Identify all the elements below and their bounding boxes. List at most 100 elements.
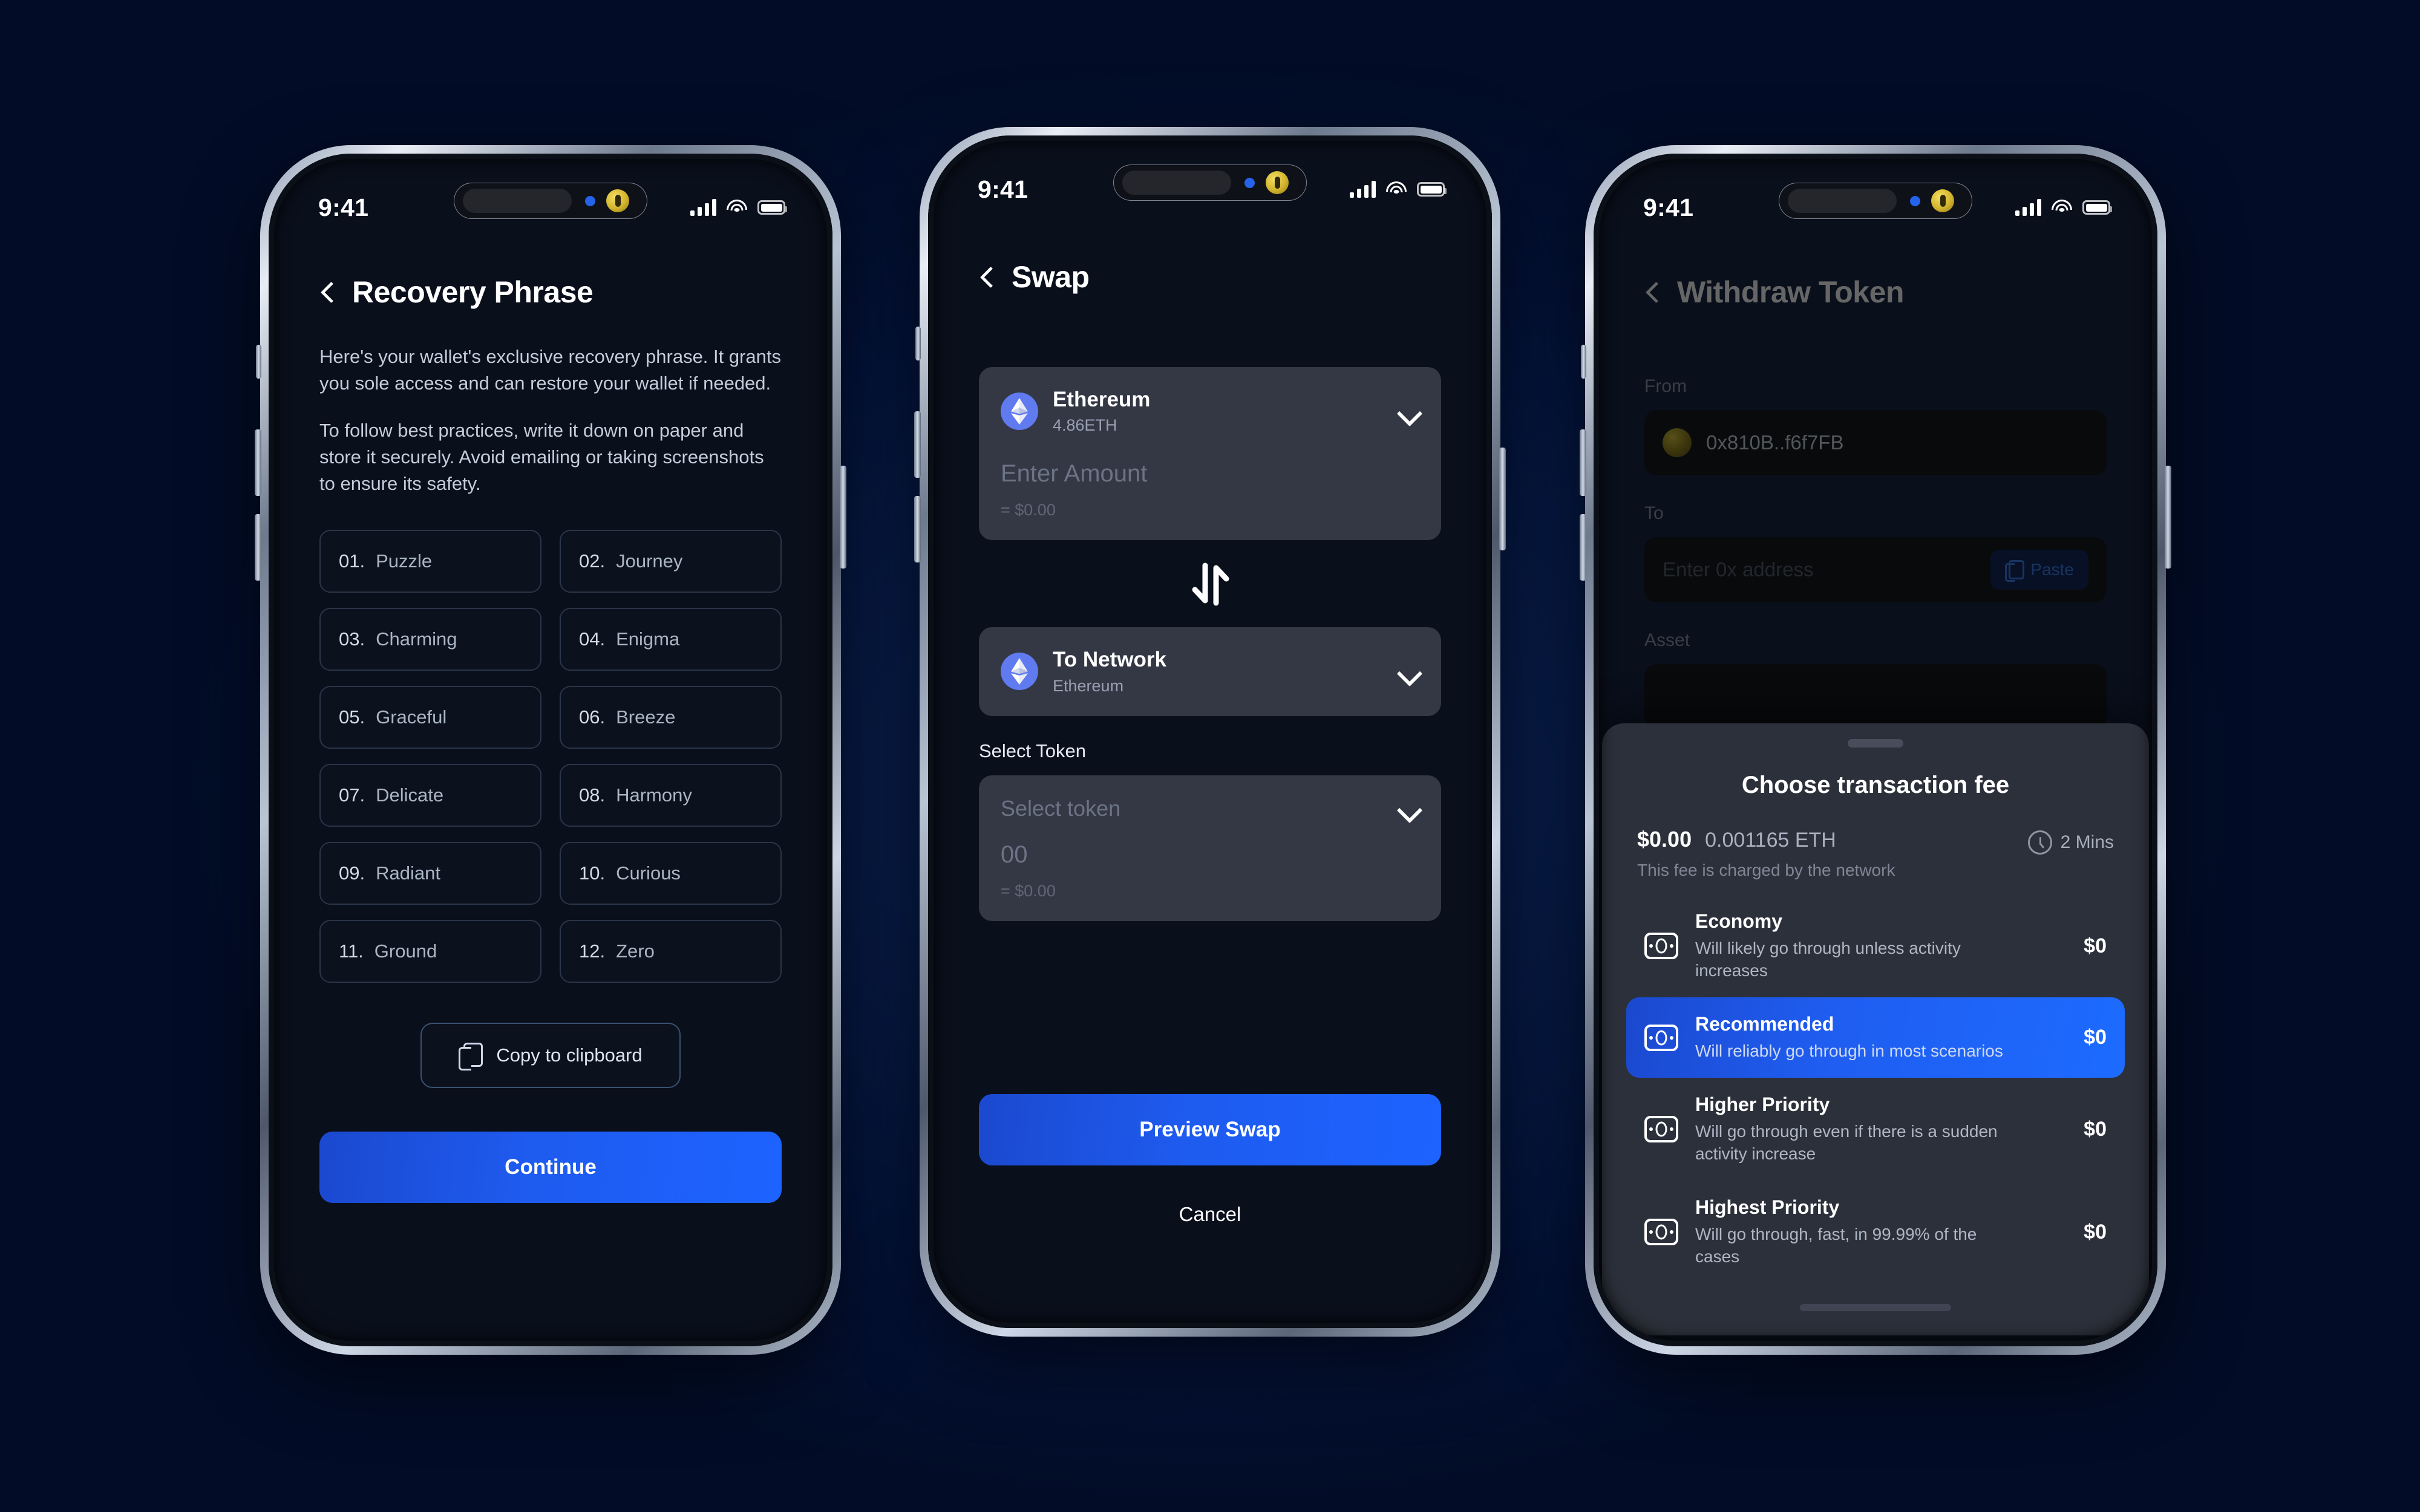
word-chip[interactable]: 04. Enigma: [560, 608, 782, 671]
word-chip[interactable]: 06. Breeze: [560, 686, 782, 749]
from-address-value: 0x810B..f6f7FB: [1706, 431, 1844, 454]
preview-swap-button[interactable]: Preview Swap: [979, 1093, 1441, 1165]
fee-eth-amount: 0.001165 ETH: [1705, 829, 1836, 852]
word-chip[interactable]: 09. Radiant: [319, 842, 541, 905]
chevron-down-icon[interactable]: [1398, 660, 1419, 682]
word-chip[interactable]: 02. Journey: [560, 530, 782, 593]
token-usd-value: = $0.00: [1001, 881, 1056, 900]
to-address-input[interactable]: Enter 0x address: [1663, 558, 1976, 581]
cellular-bars-icon: [1350, 181, 1376, 198]
mute-switch[interactable]: [915, 327, 921, 360]
swap-arrows-icon[interactable]: [1189, 561, 1231, 608]
mute-switch[interactable]: [256, 345, 261, 379]
battery-icon: [757, 200, 787, 215]
word-index: 01.: [339, 550, 365, 572]
home-indicator: [1800, 1304, 1951, 1311]
fee-option-name: Economy: [1695, 910, 1783, 933]
word-index: 10.: [579, 862, 606, 884]
power-button[interactable]: [840, 466, 846, 569]
select-token-label: Select Token: [979, 740, 1086, 761]
word-chip[interactable]: 10. Curious: [560, 842, 782, 905]
word-index: 02.: [579, 550, 606, 572]
chevron-down-icon[interactable]: [1398, 797, 1419, 819]
fee-option-higher-priority[interactable]: Higher Priority Will go through even if …: [1626, 1078, 2125, 1181]
volume-up-button[interactable]: [1580, 429, 1586, 496]
island-blue-dot-icon: [1244, 177, 1255, 188]
word-index: 07.: [339, 784, 365, 806]
cash-icon: [1644, 933, 1678, 960]
fee-option-price: $0: [2084, 934, 2107, 957]
power-button[interactable]: [1499, 448, 1506, 550]
mute-switch[interactable]: [1581, 345, 1586, 379]
ethereum-icon: [1001, 653, 1038, 691]
fee-option-economy[interactable]: Economy Will likely go through unless ac…: [1626, 894, 2125, 997]
dynamic-island: [454, 183, 647, 219]
app-content-swap: Swap Ethereum 4.86ETH Enter Amount = $0.…: [928, 135, 1492, 1328]
wifi-icon: [2052, 200, 2072, 215]
fee-option-name: Higher Priority: [1695, 1093, 1830, 1116]
from-address-field[interactable]: 0x810B..f6f7FB: [1644, 410, 2107, 475]
word-chip[interactable]: 01. Puzzle: [319, 530, 541, 593]
volume-up-button[interactable]: [255, 429, 261, 496]
power-button[interactable]: [2165, 466, 2171, 569]
cash-icon: [1644, 1116, 1678, 1143]
word-chip[interactable]: 03. Charming: [319, 608, 541, 671]
fee-option-recommended[interactable]: Recommended Will reliably go through in …: [1626, 997, 2125, 1078]
select-token-card[interactable]: Select token 00 = $0.00: [979, 775, 1441, 921]
fee-option-highest-priority[interactable]: Highest Priority Will go through, fast, …: [1626, 1181, 2125, 1283]
to-network-title: To Network: [1053, 648, 1166, 672]
from-token-card[interactable]: Ethereum 4.86ETH Enter Amount = $0.00: [979, 367, 1441, 541]
asset-label: Asset: [1644, 630, 1690, 650]
word-text: Enigma: [616, 628, 680, 650]
word-index: 11.: [339, 940, 364, 962]
fee-option-name: Recommended: [1695, 1013, 1834, 1035]
fee-eta: 2 Mins: [2027, 827, 2114, 855]
to-network-card[interactable]: To Network Ethereum: [979, 627, 1441, 716]
battery-icon: [2082, 200, 2112, 215]
word-chip[interactable]: 08. Harmony: [560, 764, 782, 827]
chevron-left-icon[interactable]: [978, 268, 996, 286]
word-index: 04.: [579, 628, 606, 650]
page-title: Swap: [1012, 260, 1090, 294]
status-time: 9:41: [978, 175, 1028, 203]
drag-handle-icon[interactable]: [1848, 739, 1903, 748]
fee-option-price: $0: [2084, 1117, 2107, 1141]
word-index: 03.: [339, 628, 365, 650]
volume-down-button[interactable]: [1580, 514, 1586, 581]
word-index: 08.: [579, 784, 606, 806]
word-text: Radiant: [376, 862, 440, 884]
word-text: Breeze: [616, 706, 676, 728]
cash-icon: [1644, 1024, 1678, 1051]
word-chip[interactable]: 12. Zero: [560, 920, 782, 983]
to-address-field[interactable]: Enter 0x address Paste: [1644, 537, 2107, 602]
token-amount-input[interactable]: 00: [1001, 841, 1419, 868]
chevron-down-icon[interactable]: [1398, 400, 1419, 422]
amount-input[interactable]: Enter Amount: [1001, 460, 1419, 487]
fee-option-name: Highest Priority: [1695, 1196, 1840, 1219]
cancel-button[interactable]: Cancel: [928, 1203, 1492, 1226]
word-chip[interactable]: 07. Delicate: [319, 764, 541, 827]
chevron-left-icon[interactable]: [1643, 283, 1661, 301]
fee-option-desc: Will reliably go through in most scenari…: [1695, 1041, 2003, 1061]
volume-up-button[interactable]: [914, 411, 921, 478]
volume-down-button[interactable]: [255, 514, 261, 581]
word-chip[interactable]: 11. Ground: [319, 920, 541, 983]
word-text: Harmony: [616, 784, 692, 806]
description-paragraph-1: Here's your wallet's exclusive recovery …: [319, 346, 782, 394]
volume-down-button[interactable]: [914, 496, 921, 562]
copy-to-clipboard-button[interactable]: Copy to clipboard: [420, 1023, 681, 1089]
paste-button[interactable]: Paste: [1990, 550, 2088, 590]
chevron-left-icon[interactable]: [318, 283, 336, 301]
fee-eta-text: 2 Mins: [2060, 832, 2114, 853]
island-blue-dot-icon: [585, 195, 595, 206]
continue-button[interactable]: Continue: [319, 1132, 782, 1204]
fee-options-list: Economy Will likely go through unless ac…: [1602, 880, 2149, 1283]
word-chip[interactable]: 05. Graceful: [319, 686, 541, 749]
status-time: 9:41: [318, 193, 369, 221]
cellular-bars-icon: [690, 199, 716, 216]
word-index: 06.: [579, 706, 606, 728]
asset-field[interactable]: [1644, 664, 2107, 729]
page-title: Withdraw Token: [1677, 275, 1904, 309]
wifi-icon: [727, 200, 747, 215]
dynamic-island: [1113, 165, 1307, 201]
